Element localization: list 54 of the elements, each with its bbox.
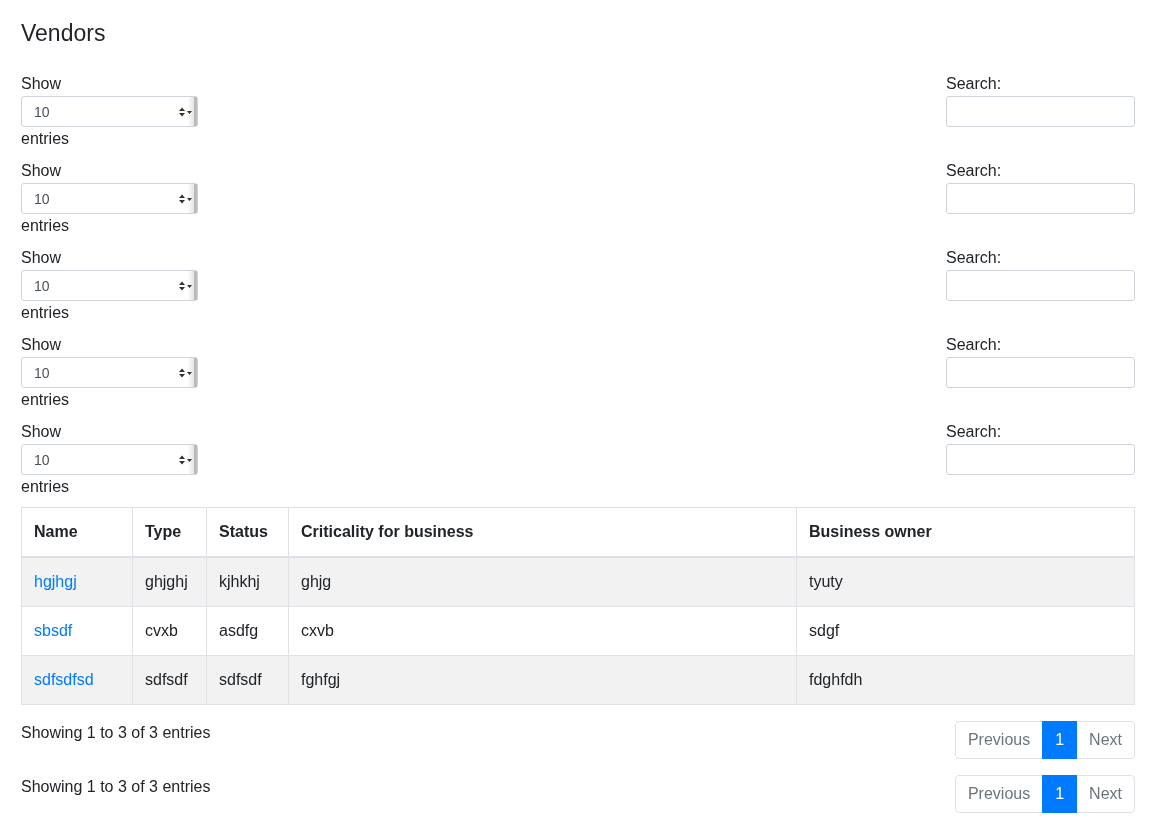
select-arrows-icon [178, 106, 192, 117]
search-label: Search: [946, 335, 1002, 355]
show-label: Show [21, 335, 62, 355]
table-cell: cxvb [288, 606, 797, 656]
search-field[interactable] [946, 96, 1135, 127]
search-field[interactable] [946, 183, 1135, 214]
table-cell: tyuty [796, 557, 1135, 607]
table-cell: ghjghj [132, 557, 207, 607]
select-arrows-icon [178, 367, 192, 378]
search-label: Search: [946, 422, 1002, 442]
search-field[interactable] [946, 357, 1135, 388]
table-cell: fdghfdh [796, 655, 1135, 705]
page-button[interactable]: 1 [1042, 721, 1078, 759]
page-button[interactable]: 1 [1042, 775, 1078, 813]
page-button[interactable]: Next [1076, 721, 1135, 759]
select-arrows-icon [178, 193, 192, 204]
search-label: Search: [946, 74, 1002, 94]
entries-select[interactable]: 10 [21, 96, 198, 127]
search-label: Search: [946, 248, 1002, 268]
entries-select[interactable]: 10 [21, 444, 198, 475]
table-cell: cvxb [132, 606, 207, 656]
table-cell: ghjg [288, 557, 797, 607]
entries-label: entries [21, 303, 70, 323]
entries-label: entries [21, 477, 70, 497]
table-cell: sdfsdf [206, 655, 289, 705]
entries-label: entries [21, 129, 70, 149]
entries-label: entries [21, 216, 70, 236]
show-label: Show [21, 422, 62, 442]
entries-select[interactable]: 10 [21, 357, 198, 388]
table-cell: sdfsdf [132, 655, 207, 705]
page-button[interactable]: Previous [954, 775, 1044, 813]
table-cell: kjhkhj [206, 557, 289, 607]
show-label: Show [21, 74, 62, 94]
show-label: Show [21, 248, 62, 268]
search-label: Search: [946, 161, 1002, 181]
table-cell: sdgf [796, 606, 1135, 656]
select-arrows-icon [178, 280, 192, 291]
vendor-link[interactable]: sdfsdfsd [34, 671, 94, 688]
table-cell: fghfgj [288, 655, 797, 705]
page-button[interactable]: Next [1076, 775, 1135, 813]
table-cell: asdfg [206, 606, 289, 656]
entries-info: Showing 1 to 3 of 3 entries [21, 777, 211, 797]
entries-label: entries [21, 390, 70, 410]
vendor-link[interactable]: hgjhgj [34, 573, 77, 590]
show-label: Show [21, 161, 62, 181]
entries-info: Showing 1 to 3 of 3 entries [21, 723, 211, 743]
page-button[interactable]: Previous [954, 721, 1044, 759]
vendor-link[interactable]: sbsdf [34, 622, 73, 639]
search-field[interactable] [946, 270, 1135, 301]
entries-select[interactable]: 10 [21, 183, 198, 214]
entries-select[interactable]: 10 [21, 270, 198, 301]
select-arrows-icon [178, 454, 192, 465]
page-title: Vendors [21, 20, 107, 46]
search-field[interactable] [946, 444, 1135, 475]
